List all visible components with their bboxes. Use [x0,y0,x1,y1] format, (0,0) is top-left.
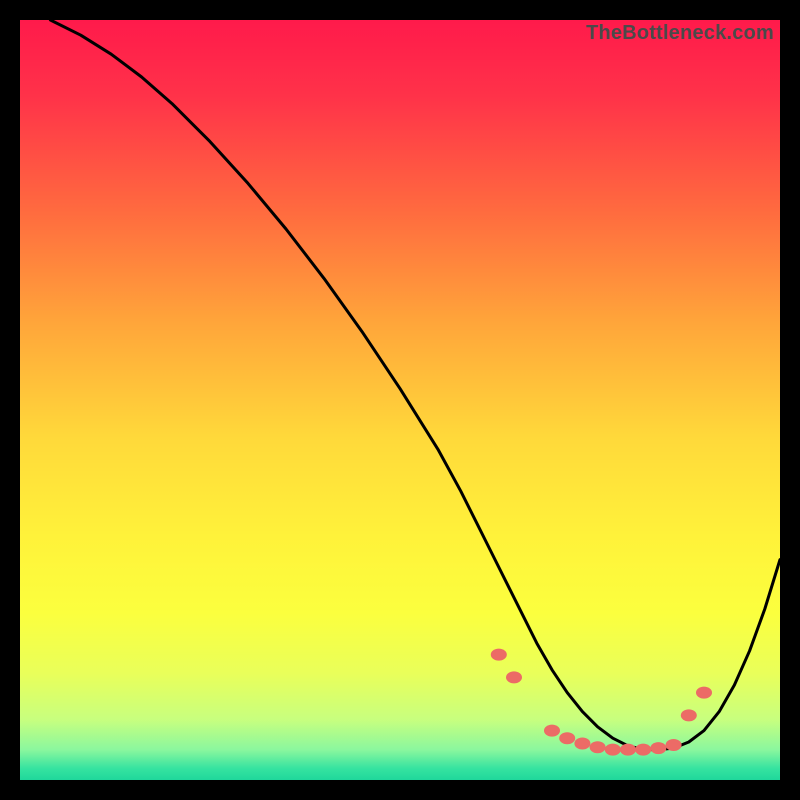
curve-marker [635,744,651,756]
chart-frame: TheBottleneck.com [20,20,780,780]
curve-marker [506,671,522,683]
chart-canvas [20,20,780,780]
curve-marker [574,738,590,750]
gradient-rect [20,20,780,780]
curve-marker [559,732,575,744]
curve-marker [590,741,606,753]
curve-marker [491,649,507,661]
curve-marker [620,744,636,756]
curve-marker [650,742,666,754]
curve-marker [681,709,697,721]
curve-marker [544,725,560,737]
curve-marker [666,739,682,751]
curve-marker [605,744,621,756]
curve-marker [696,687,712,699]
watermark-label: TheBottleneck.com [586,22,774,45]
